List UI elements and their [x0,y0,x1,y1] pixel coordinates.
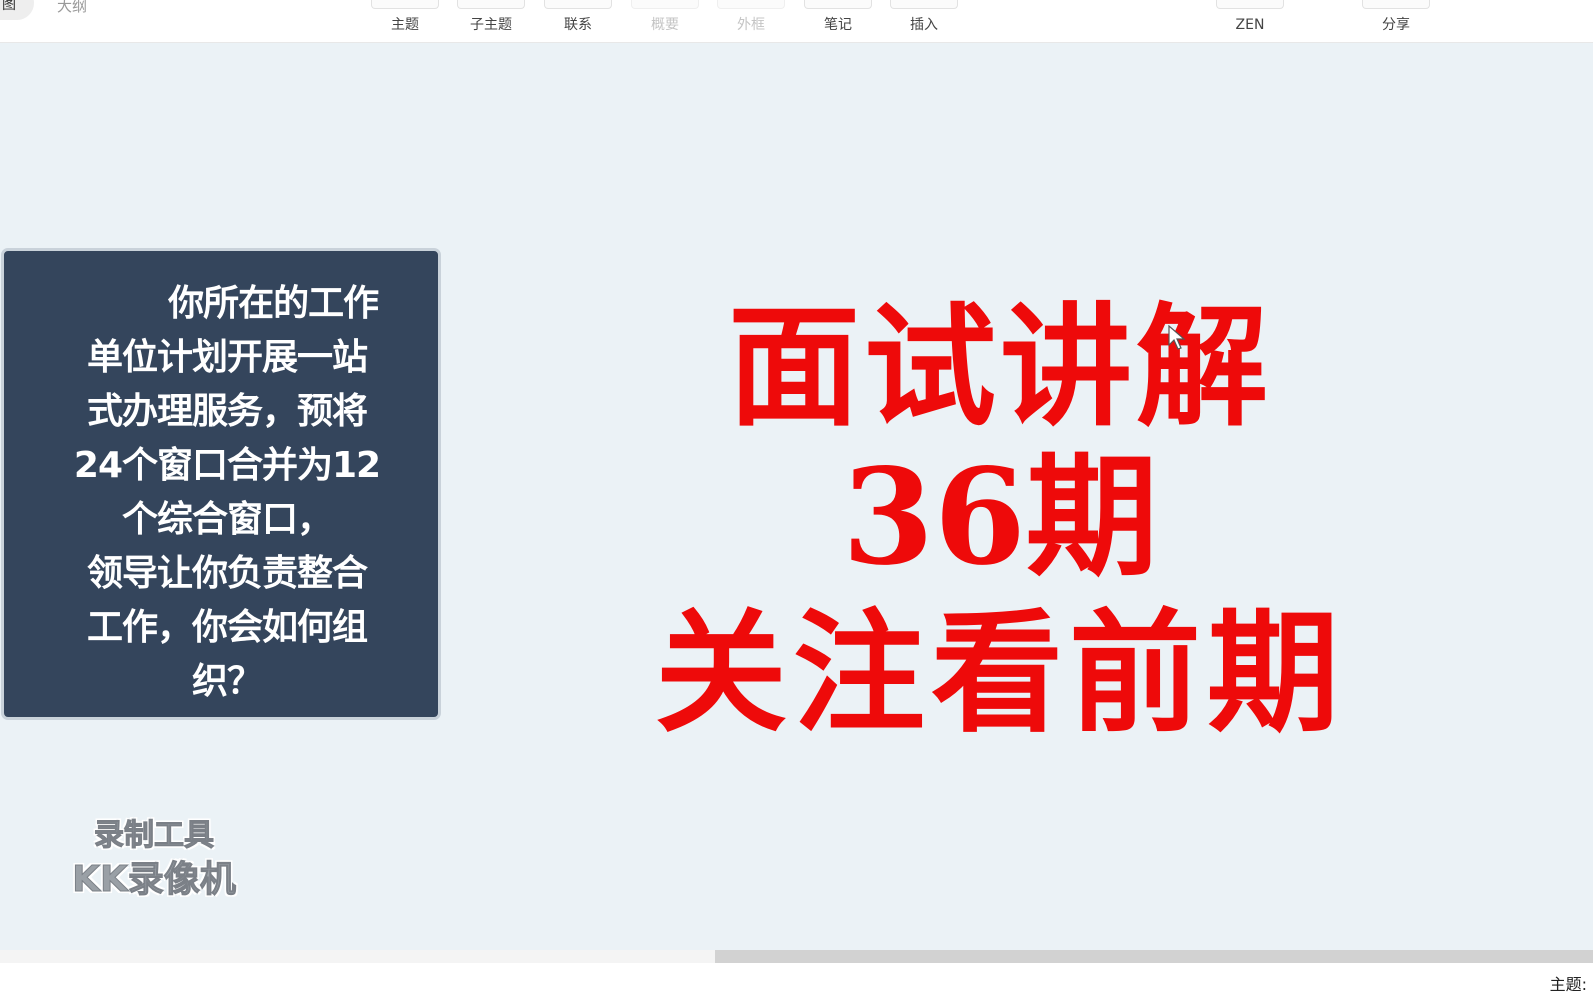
promo-line-3: 关注看前期 [655,596,1345,751]
status-topic-label: 主题: [1549,975,1587,994]
subtopic-button[interactable]: 子主题 [456,0,526,40]
boundary-button[interactable]: 外框 [716,0,786,40]
watermark-line-2: KK录像机 [72,859,237,901]
tab-map-view[interactable]: 图 [0,0,34,20]
central-topic[interactable]: 你所在的工作 单位计划开展一站 式办理服务，预将 24个窗口合并为12 个综合窗… [1,248,441,720]
topic-button[interactable]: 主题 [370,0,440,40]
relationship-button[interactable]: 联系 [543,0,613,40]
recorder-watermark: 录制工具 KK录像机 [44,815,264,903]
topic-text: 你所在的工作 单位计划开展一站 式办理服务，预将 24个窗口合并为12 个综合窗… [73,283,381,702]
summary-button[interactable]: 概要 [630,0,700,40]
topic-button-label: 主题 [391,17,419,33]
mindmap-canvas[interactable]: 你所在的工作 单位计划开展一站 式办理服务，预将 24个窗口合并为12 个综合窗… [0,43,1593,950]
relationship-icon [544,0,612,9]
watermark-line-1: 录制工具 [94,818,215,854]
mouse-cursor-icon [1168,325,1186,350]
share-button[interactable]: 分享 [1361,0,1431,40]
topic-icon [371,0,439,9]
boundary-button-label: 外框 [737,17,765,33]
subtopic-icon [457,0,525,9]
insert-button[interactable]: 插入 [889,0,959,40]
status-bar: 主题: [0,963,1593,995]
zen-button-label: ZEN [1235,17,1265,33]
boundary-icon [717,0,785,9]
promo-overlay-text: 面试讲解 36期 关注看前期 [560,293,1440,755]
promo-line-2: 36期 [842,440,1158,595]
horizontal-scrollbar-thumb[interactable] [715,950,1593,963]
promo-line-1: 面试讲解 [728,290,1272,445]
zen-icon [1216,0,1284,9]
note-button-label: 笔记 [824,17,852,33]
summary-icon [631,0,699,9]
top-toolbar: 图 大纲 主题 子主题 联系 概要 外框 笔记 插入 ZEN 分享 [0,0,1593,43]
subtopic-button-label: 子主题 [470,17,512,33]
tab-outline-view[interactable]: 大纲 [57,0,87,15]
share-icon [1362,0,1430,9]
insert-icon [890,0,958,9]
relationship-button-label: 联系 [564,17,592,33]
share-button-label: 分享 [1382,17,1410,33]
mindmap-app-window: 图 大纲 主题 子主题 联系 概要 外框 笔记 插入 ZEN 分享 你所在的工作… [0,0,1593,995]
insert-button-label: 插入 [910,17,938,33]
note-button[interactable]: 笔记 [803,0,873,40]
summary-button-label: 概要 [651,17,679,33]
zen-button[interactable]: ZEN [1215,0,1285,40]
note-icon [804,0,872,9]
